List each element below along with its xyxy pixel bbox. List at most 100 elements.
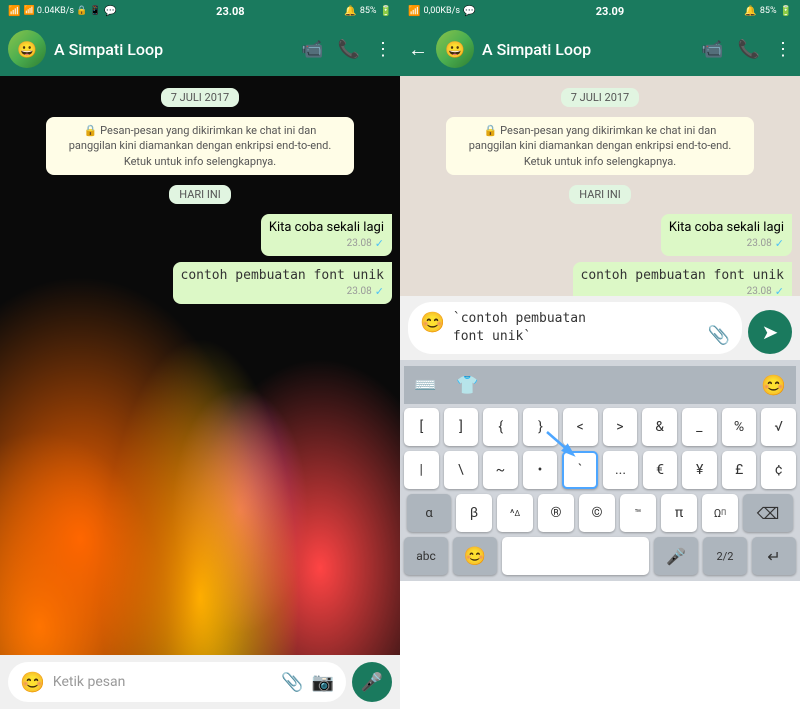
key-backspace[interactable]: ⌫ <box>743 494 793 532</box>
left-msg-2: contoh pembuatan font unik 23.08 ✓ <box>173 262 393 304</box>
right-emoji-icon[interactable]: 😊 <box>420 310 445 334</box>
alarm-icon: 🔔 <box>344 6 356 17</box>
key-mic-bottom[interactable]: 🎤 <box>654 537 698 575</box>
left-msg-2-check: ✓ <box>375 285 384 298</box>
key-sqrt[interactable]: √ <box>761 408 796 446</box>
keyboard: ⌨️ 👕 😊 [ ] { } < > & _ % √ | \ ~ • ` ...… <box>400 360 800 581</box>
key-trademark[interactable]: ™ <box>620 494 656 532</box>
key-ellipsis[interactable]: ... <box>603 451 638 489</box>
right-avatar[interactable]: 😀 <box>436 30 474 68</box>
right-video-call-icon[interactable]: 📹 <box>701 39 723 60</box>
left-msg-1-check: ✓ <box>375 237 384 250</box>
left-attach-icon[interactable]: 📎 <box>281 672 303 693</box>
key-cent[interactable]: ¢ <box>761 451 796 489</box>
tshirt-icon[interactable]: 👕 <box>456 375 478 396</box>
key-page-indicator[interactable]: 2/2 <box>703 537 747 575</box>
more-options-icon[interactable]: ⋮ <box>374 39 392 60</box>
right-msg-2-time: 23.08 <box>747 286 772 296</box>
key-underscore[interactable]: _ <box>682 408 717 446</box>
key-open-brace[interactable]: { <box>483 408 518 446</box>
left-msg-2-meta: 23.08 ✓ <box>181 285 385 298</box>
right-status-bar: 📶 0,00KB/s 💬 23.09 🔔 85% 🔋 <box>400 0 800 22</box>
key-beta[interactable]: β <box>456 494 492 532</box>
left-today-badge: HARI INI <box>169 185 230 204</box>
back-icon[interactable]: ← <box>408 37 428 62</box>
left-input-area[interactable]: 😊 Ketik pesan 📎 📷 <box>8 662 346 702</box>
key-ampersand[interactable]: & <box>642 408 677 446</box>
left-avatar[interactable]: 😀 <box>8 30 46 68</box>
left-input-placeholder: Ketik pesan <box>53 674 273 690</box>
right-attach-icon[interactable]: 📎 <box>708 325 730 346</box>
right-msg-2: contoh pembuatan font unik 23.08 ✓ <box>573 262 793 296</box>
key-alpha[interactable]: α <box>407 494 451 532</box>
left-msg-1-time: 23.08 <box>347 238 372 249</box>
send-icon: ➤ <box>762 320 779 344</box>
left-header-icons: 📹 📞 ⋮ <box>301 39 392 60</box>
key-enter[interactable]: ↵ <box>752 537 796 575</box>
right-more-options-icon[interactable]: ⋮ <box>774 39 792 60</box>
right-send-button[interactable]: ➤ <box>748 310 792 354</box>
right-header-icons: 📹 📞 ⋮ <box>701 39 792 60</box>
right-msg-1-time: 23.08 <box>747 238 772 249</box>
left-panel: 📶 📶 0.04KB/s 🔒 📱 💬 23.08 🔔 85% 🔋 😀 A Sim… <box>0 0 400 709</box>
key-emoji-bottom[interactable]: 😊 <box>453 537 497 575</box>
key-greater-than[interactable]: > <box>603 408 638 446</box>
right-avatar-image: 😀 <box>436 30 474 68</box>
left-emoji-icon[interactable]: 😊 <box>20 670 45 694</box>
status-speed: 📶 0.04KB/s 🔒 📱 <box>23 6 100 16</box>
left-security-notice[interactable]: 🔒 Pesan-pesan yang dikirimkan ke chat in… <box>46 117 353 175</box>
arrow-annotation <box>542 427 582 457</box>
key-registered[interactable]: ® <box>538 494 574 532</box>
left-msg-2-time: 23.08 <box>347 286 372 297</box>
key-abc[interactable]: abc <box>404 537 448 575</box>
emoji-toolbar-icon[interactable]: 😊 <box>761 373 786 397</box>
key-euro[interactable]: € <box>643 451 678 489</box>
video-call-icon[interactable]: 📹 <box>301 39 323 60</box>
right-msg-2-meta: 23.08 ✓ <box>581 285 785 296</box>
key-yen[interactable]: ¥ <box>682 451 717 489</box>
left-msg-1-meta: 23.08 ✓ <box>269 237 384 250</box>
right-chat-area: 7 JULI 2017 🔒 Pesan-pesan yang dikirimka… <box>400 76 800 296</box>
left-status-right: 🔔 85% 🔋 <box>344 6 392 17</box>
right-status-left: 📶 0,00KB/s 💬 <box>408 6 475 17</box>
key-open-bracket[interactable]: [ <box>404 408 439 446</box>
key-percent[interactable]: % <box>722 408 757 446</box>
right-msg-1-meta: 23.08 ✓ <box>669 237 784 250</box>
key-tilde[interactable]: ~ <box>483 451 518 489</box>
right-status-speed: 0,00KB/s <box>423 6 460 16</box>
right-input-text[interactable]: `contoh pembuatan font unik` <box>453 310 700 346</box>
right-status-right: 🔔 85% 🔋 <box>744 6 792 17</box>
avatar-image: 😀 <box>8 30 46 68</box>
key-pound[interactable]: £ <box>722 451 757 489</box>
signal-icon: 📶 <box>8 6 20 17</box>
right-voice-call-icon[interactable]: 📞 <box>738 39 760 60</box>
key-pi[interactable]: π <box>661 494 697 532</box>
right-security-notice[interactable]: 🔒 Pesan-pesan yang dikirimkan ke chat in… <box>446 117 753 175</box>
right-chat-header: ← 😀 A Simpati Loop 📹 📞 ⋮ <box>400 22 800 76</box>
left-mic-button[interactable]: 🎤 <box>352 662 392 702</box>
keyboard-row-2: | \ ~ • ` ... € ¥ £ ¢ <box>404 451 796 489</box>
right-msg-2-check: ✓ <box>775 285 784 296</box>
right-panel: 📶 0,00KB/s 💬 23.09 🔔 85% 🔋 ← 😀 A Simpati… <box>400 0 800 709</box>
left-camera-icon[interactable]: 📷 <box>312 672 334 693</box>
key-backslash[interactable]: \ <box>444 451 479 489</box>
key-copyright[interactable]: © <box>579 494 615 532</box>
key-space[interactable] <box>502 537 649 575</box>
right-battery-icon: 🔋 <box>780 6 792 17</box>
right-battery-text: 85% <box>760 6 777 16</box>
voice-call-icon[interactable]: 📞 <box>338 39 360 60</box>
left-contact-name: A Simpati Loop <box>54 40 293 59</box>
key-omega[interactable]: ΩΠ <box>702 494 738 532</box>
left-msg-1: Kita coba sekali lagi 23.08 ✓ <box>261 214 392 256</box>
key-caret[interactable]: ^Δ <box>497 494 533 532</box>
keyboard-row-1: [ ] { } < > & _ % √ <box>404 408 796 446</box>
keyboard-icon[interactable]: ⌨️ <box>414 375 436 396</box>
key-close-bracket[interactable]: ] <box>444 408 479 446</box>
whatsapp-icon: 💬 <box>104 6 116 17</box>
right-msg-1-check: ✓ <box>775 237 784 250</box>
right-input-area[interactable]: 😊 `contoh pembuatan font unik` 📎 <box>408 302 742 354</box>
key-pipe[interactable]: | <box>404 451 439 489</box>
right-today-badge: HARI INI <box>569 185 630 204</box>
keyboard-row-3: α β ^Δ ® © ™ π ΩΠ ⌫ <box>404 494 796 532</box>
left-chat-header: 😀 A Simpati Loop 📹 📞 ⋮ <box>0 22 400 76</box>
